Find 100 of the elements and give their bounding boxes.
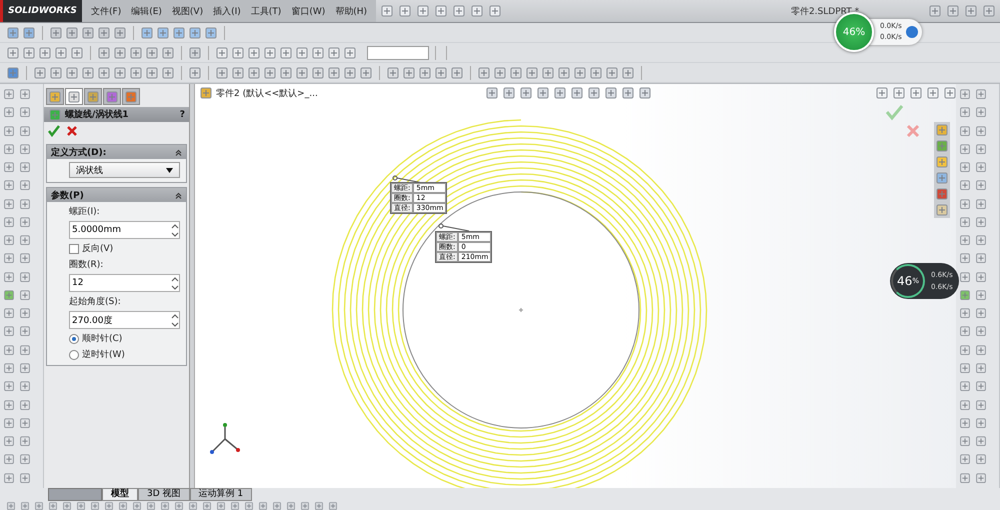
task-pane-icon[interactable] bbox=[935, 155, 949, 169]
toolbar-icon[interactable] bbox=[958, 270, 972, 283]
toolbar-icon[interactable] bbox=[605, 66, 619, 80]
toolbar-icon[interactable] bbox=[65, 66, 79, 80]
view-toolbar-icon[interactable] bbox=[604, 86, 618, 100]
toolbar-icon[interactable] bbox=[65, 26, 79, 40]
toolbar-icon[interactable] bbox=[452, 4, 466, 18]
toolbar-icon[interactable] bbox=[402, 66, 416, 80]
help-button[interactable]: ? bbox=[180, 110, 185, 120]
toolbar-icon[interactable] bbox=[541, 66, 555, 80]
task-pane-icon[interactable] bbox=[935, 187, 949, 201]
view-toolbar-icon[interactable] bbox=[587, 86, 601, 100]
toolbar-icon[interactable] bbox=[2, 288, 16, 302]
toolbar-icon[interactable] bbox=[434, 66, 448, 80]
toolbar-icon[interactable] bbox=[6, 46, 20, 60]
task-pane-icon[interactable] bbox=[935, 203, 949, 217]
collapse-icon[interactable] bbox=[175, 148, 182, 156]
toolbar-icon[interactable] bbox=[113, 26, 127, 40]
toolbar-icon[interactable] bbox=[557, 66, 571, 80]
toolbar-icon[interactable] bbox=[380, 4, 394, 18]
radio-button[interactable] bbox=[69, 334, 79, 344]
toolbar-icon[interactable] bbox=[49, 66, 63, 80]
tab-scroll-buttons[interactable] bbox=[48, 488, 102, 501]
toolbar-icon[interactable] bbox=[215, 66, 229, 80]
toolbar-icon[interactable] bbox=[327, 66, 341, 80]
view-toolbar-icon[interactable] bbox=[638, 86, 652, 100]
toolbar-icon[interactable] bbox=[22, 26, 36, 40]
task-pane-icon[interactable] bbox=[935, 139, 949, 153]
toolbar-icon[interactable] bbox=[359, 66, 373, 80]
toolbar-icon[interactable] bbox=[263, 46, 277, 60]
toolbar-icon[interactable] bbox=[97, 46, 111, 60]
toolbar-icon[interactable] bbox=[247, 66, 261, 80]
collapse-icon[interactable] bbox=[175, 192, 182, 198]
menu-item[interactable]: 窗口(W) bbox=[288, 4, 328, 18]
menu-item[interactable]: 插入(I) bbox=[210, 4, 244, 18]
toolbar-icon[interactable] bbox=[129, 66, 143, 80]
spinner-arrows-icon[interactable] bbox=[171, 314, 179, 326]
toolbar-icon[interactable] bbox=[311, 66, 325, 80]
toolbar-icon[interactable] bbox=[231, 46, 245, 60]
toolbar-icon[interactable] bbox=[386, 66, 400, 80]
toolbar-icon[interactable] bbox=[327, 46, 341, 60]
toolbar-icon[interactable] bbox=[97, 26, 111, 40]
task-pane-icon[interactable] bbox=[935, 123, 949, 137]
toolbar-icon[interactable] bbox=[589, 66, 603, 80]
toolbar-icon[interactable] bbox=[343, 66, 357, 80]
toolbar-icon[interactable] bbox=[525, 66, 539, 80]
view-toolbar-icon[interactable] bbox=[502, 86, 516, 100]
spinner-arrows-icon[interactable] bbox=[171, 224, 179, 236]
toolbar-icon[interactable] bbox=[279, 46, 293, 60]
toolbar-icon[interactable] bbox=[145, 46, 159, 60]
input-field[interactable]: 270.00度 bbox=[69, 311, 180, 329]
input-field[interactable]: 12 bbox=[69, 274, 180, 292]
toolbar-icon[interactable] bbox=[156, 26, 170, 40]
toolbar-icon[interactable] bbox=[450, 66, 464, 80]
task-pane-icon[interactable] bbox=[935, 171, 949, 185]
model-tab[interactable]: 模型 bbox=[102, 488, 138, 501]
menu-item[interactable]: 编辑(E) bbox=[128, 4, 165, 18]
feature-tree-root[interactable]: 零件2 (默认<<默认>_... bbox=[216, 86, 318, 100]
toolbar-icon[interactable] bbox=[54, 46, 68, 60]
toolbar-icon[interactable] bbox=[188, 66, 202, 80]
menu-item[interactable]: 文件(F) bbox=[88, 4, 124, 18]
confirm-icon[interactable] bbox=[48, 125, 60, 137]
toolbar-icon[interactable] bbox=[38, 46, 52, 60]
toolbar-icon[interactable] bbox=[113, 66, 127, 80]
panel-tab[interactable] bbox=[84, 88, 102, 105]
toolbar-icon[interactable] bbox=[488, 4, 502, 18]
view-toolbar-icon[interactable] bbox=[621, 86, 635, 100]
toolbar-icon[interactable] bbox=[247, 46, 261, 60]
toolbar-icon[interactable] bbox=[295, 46, 309, 60]
radio-button[interactable] bbox=[69, 350, 79, 360]
view-toolbar-icon[interactable] bbox=[485, 86, 499, 100]
toolbar-icon[interactable] bbox=[49, 26, 63, 40]
toolbar-icon[interactable] bbox=[509, 66, 523, 80]
input-field[interactable]: 5.0000mm bbox=[69, 221, 180, 239]
toolbar-icon[interactable] bbox=[161, 46, 175, 60]
toolbar-icon[interactable] bbox=[204, 26, 218, 40]
panel-tab[interactable] bbox=[103, 88, 121, 105]
model-tab[interactable]: 3D 视图 bbox=[138, 488, 190, 501]
toolbar-icon[interactable] bbox=[81, 26, 95, 40]
toolbar-icon[interactable] bbox=[311, 46, 325, 60]
toolbar-icon[interactable] bbox=[188, 46, 202, 60]
view-toolbar-icon[interactable] bbox=[570, 86, 584, 100]
panel-tab[interactable] bbox=[65, 88, 83, 105]
section-header[interactable]: 定义方式(D): bbox=[47, 145, 186, 159]
toolbar-icon[interactable] bbox=[172, 26, 186, 40]
toolbar-icon[interactable] bbox=[295, 66, 309, 80]
toolbar-icon[interactable] bbox=[33, 66, 47, 80]
toolbar-icon[interactable] bbox=[493, 66, 507, 80]
confirm-icon[interactable] bbox=[886, 105, 904, 120]
view-toolbar-icon[interactable] bbox=[553, 86, 567, 100]
toolbar-icon[interactable] bbox=[621, 66, 635, 80]
checkbox[interactable] bbox=[69, 244, 79, 254]
view-toolbar-icon[interactable] bbox=[519, 86, 533, 100]
toolbar-icon[interactable] bbox=[113, 46, 127, 60]
toolbar-icon[interactable] bbox=[22, 46, 36, 60]
toolbar-icon[interactable] bbox=[97, 66, 111, 80]
toolbar-icon[interactable] bbox=[188, 26, 202, 40]
toolbar-icon[interactable] bbox=[6, 66, 20, 80]
toolbar-icon[interactable] bbox=[231, 66, 245, 80]
toolbar-icon[interactable] bbox=[398, 4, 412, 18]
